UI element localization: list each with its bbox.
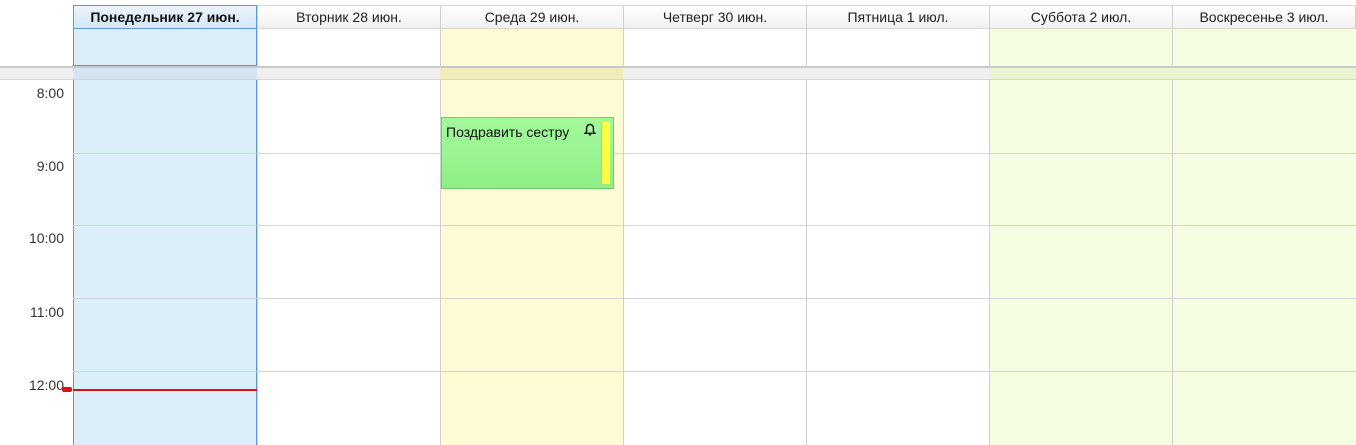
allday-cell-thursday[interactable] <box>623 29 806 66</box>
day-header-wednesday[interactable]: Среда 29 июн. <box>440 5 623 29</box>
current-time-line <box>73 389 257 391</box>
separator-wednesday <box>440 66 623 80</box>
separator-thursday <box>623 66 806 80</box>
appointment[interactable]: Поздравить сестру <box>441 117 614 189</box>
day-column-saturday[interactable] <box>989 80 1172 445</box>
day-header-thursday[interactable]: Четверг 30 июн. <box>623 5 806 29</box>
day-header-sunday[interactable]: Воскресенье 3 июл. <box>1172 5 1356 29</box>
time-label: 11:00 <box>30 304 64 320</box>
time-label: 9:00 <box>36 158 64 174</box>
day-column-thursday[interactable] <box>623 80 806 445</box>
allday-cell-tuesday[interactable] <box>257 29 440 66</box>
separator-gutter <box>0 66 73 80</box>
hour-line <box>73 153 1356 154</box>
allday-cell-sunday[interactable] <box>1172 29 1356 66</box>
separator-sunday <box>1172 66 1356 80</box>
hour-line <box>73 225 1356 226</box>
separator-saturday <box>989 66 1172 80</box>
separator-monday <box>73 66 257 80</box>
separator-friday <box>806 66 989 80</box>
time-label: 8:00 <box>36 85 64 101</box>
allday-cell-monday[interactable] <box>73 29 257 66</box>
hour-line <box>73 298 1356 299</box>
appointment-title: Поздравить сестру <box>446 124 570 140</box>
week-calendar: Понедельник 27 июн. Вторник 28 июн. Сред… <box>0 0 1356 445</box>
allday-cell-friday[interactable] <box>806 29 989 66</box>
allday-cell-wednesday[interactable] <box>440 29 623 66</box>
day-header-friday[interactable]: Пятница 1 июл. <box>806 5 989 29</box>
current-time-marker <box>62 387 72 392</box>
separator-tuesday <box>257 66 440 80</box>
bell-icon <box>583 123 597 137</box>
day-header-saturday[interactable]: Суббота 2 июл. <box>989 5 1172 29</box>
hour-line <box>73 371 1356 372</box>
time-label: 10:00 <box>28 230 64 246</box>
day-header-tuesday[interactable]: Вторник 28 июн. <box>257 5 440 29</box>
day-column-friday[interactable] <box>806 80 989 445</box>
allday-cell-saturday[interactable] <box>989 29 1172 66</box>
day-header-monday[interactable]: Понедельник 27 июн. <box>73 5 257 29</box>
time-label: 12:00 <box>28 377 64 393</box>
day-column-sunday[interactable] <box>1172 80 1356 445</box>
appointment-status-strip <box>601 122 610 184</box>
day-column-tuesday[interactable] <box>257 80 440 445</box>
